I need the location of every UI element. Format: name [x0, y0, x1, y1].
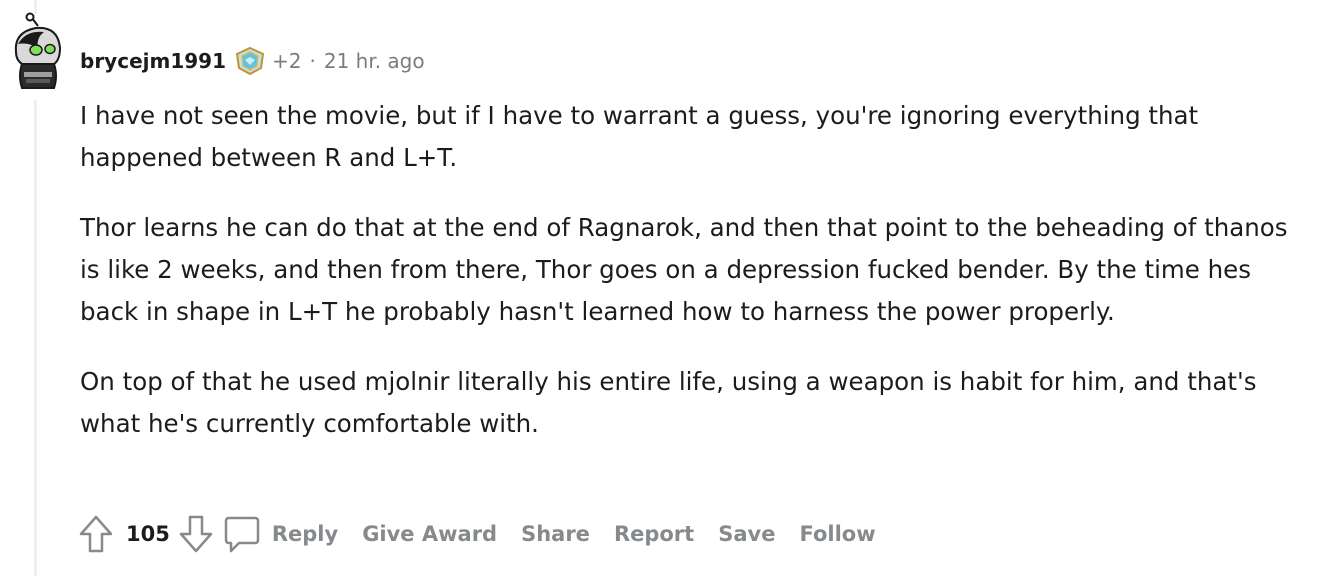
comment-actions: 105 Reply Give Award Share Report Save F…: [76, 510, 876, 558]
comment-paragraph: On top of that he used mjolnir literally…: [80, 367, 1257, 438]
report-button[interactable]: Report: [614, 522, 694, 546]
comment-paragraph: I have not seen the movie, but if I have…: [80, 101, 1199, 172]
reply-icon-button[interactable]: [222, 512, 262, 556]
give-award-button[interactable]: Give Award: [362, 522, 497, 546]
vote-score: 105: [126, 522, 170, 546]
comment-body: I have not seen the movie, but if I have…: [80, 95, 1300, 473]
avatar[interactable]: [8, 12, 68, 90]
separator-dot: ·: [309, 49, 316, 73]
flair-count: +2: [272, 49, 302, 73]
comment-bubble-icon: [224, 516, 260, 553]
downvote-icon: [179, 515, 213, 553]
upvote-button[interactable]: [76, 512, 116, 556]
reply-button[interactable]: Reply: [272, 522, 338, 546]
downvote-button[interactable]: [176, 512, 216, 556]
comment-header: brycejm1991 +2 · 21 hr. ago: [80, 44, 425, 78]
share-button[interactable]: Share: [521, 522, 590, 546]
thread-line[interactable]: [34, 100, 37, 576]
save-button[interactable]: Save: [718, 522, 775, 546]
upvote-icon: [79, 515, 113, 553]
comment-paragraph: Thor learns he can do that at the end of…: [80, 213, 1288, 326]
timestamp[interactable]: 21 hr. ago: [324, 49, 425, 73]
flair-badge-icon[interactable]: [234, 46, 266, 76]
username-link[interactable]: brycejm1991: [80, 49, 226, 73]
follow-button[interactable]: Follow: [799, 522, 875, 546]
